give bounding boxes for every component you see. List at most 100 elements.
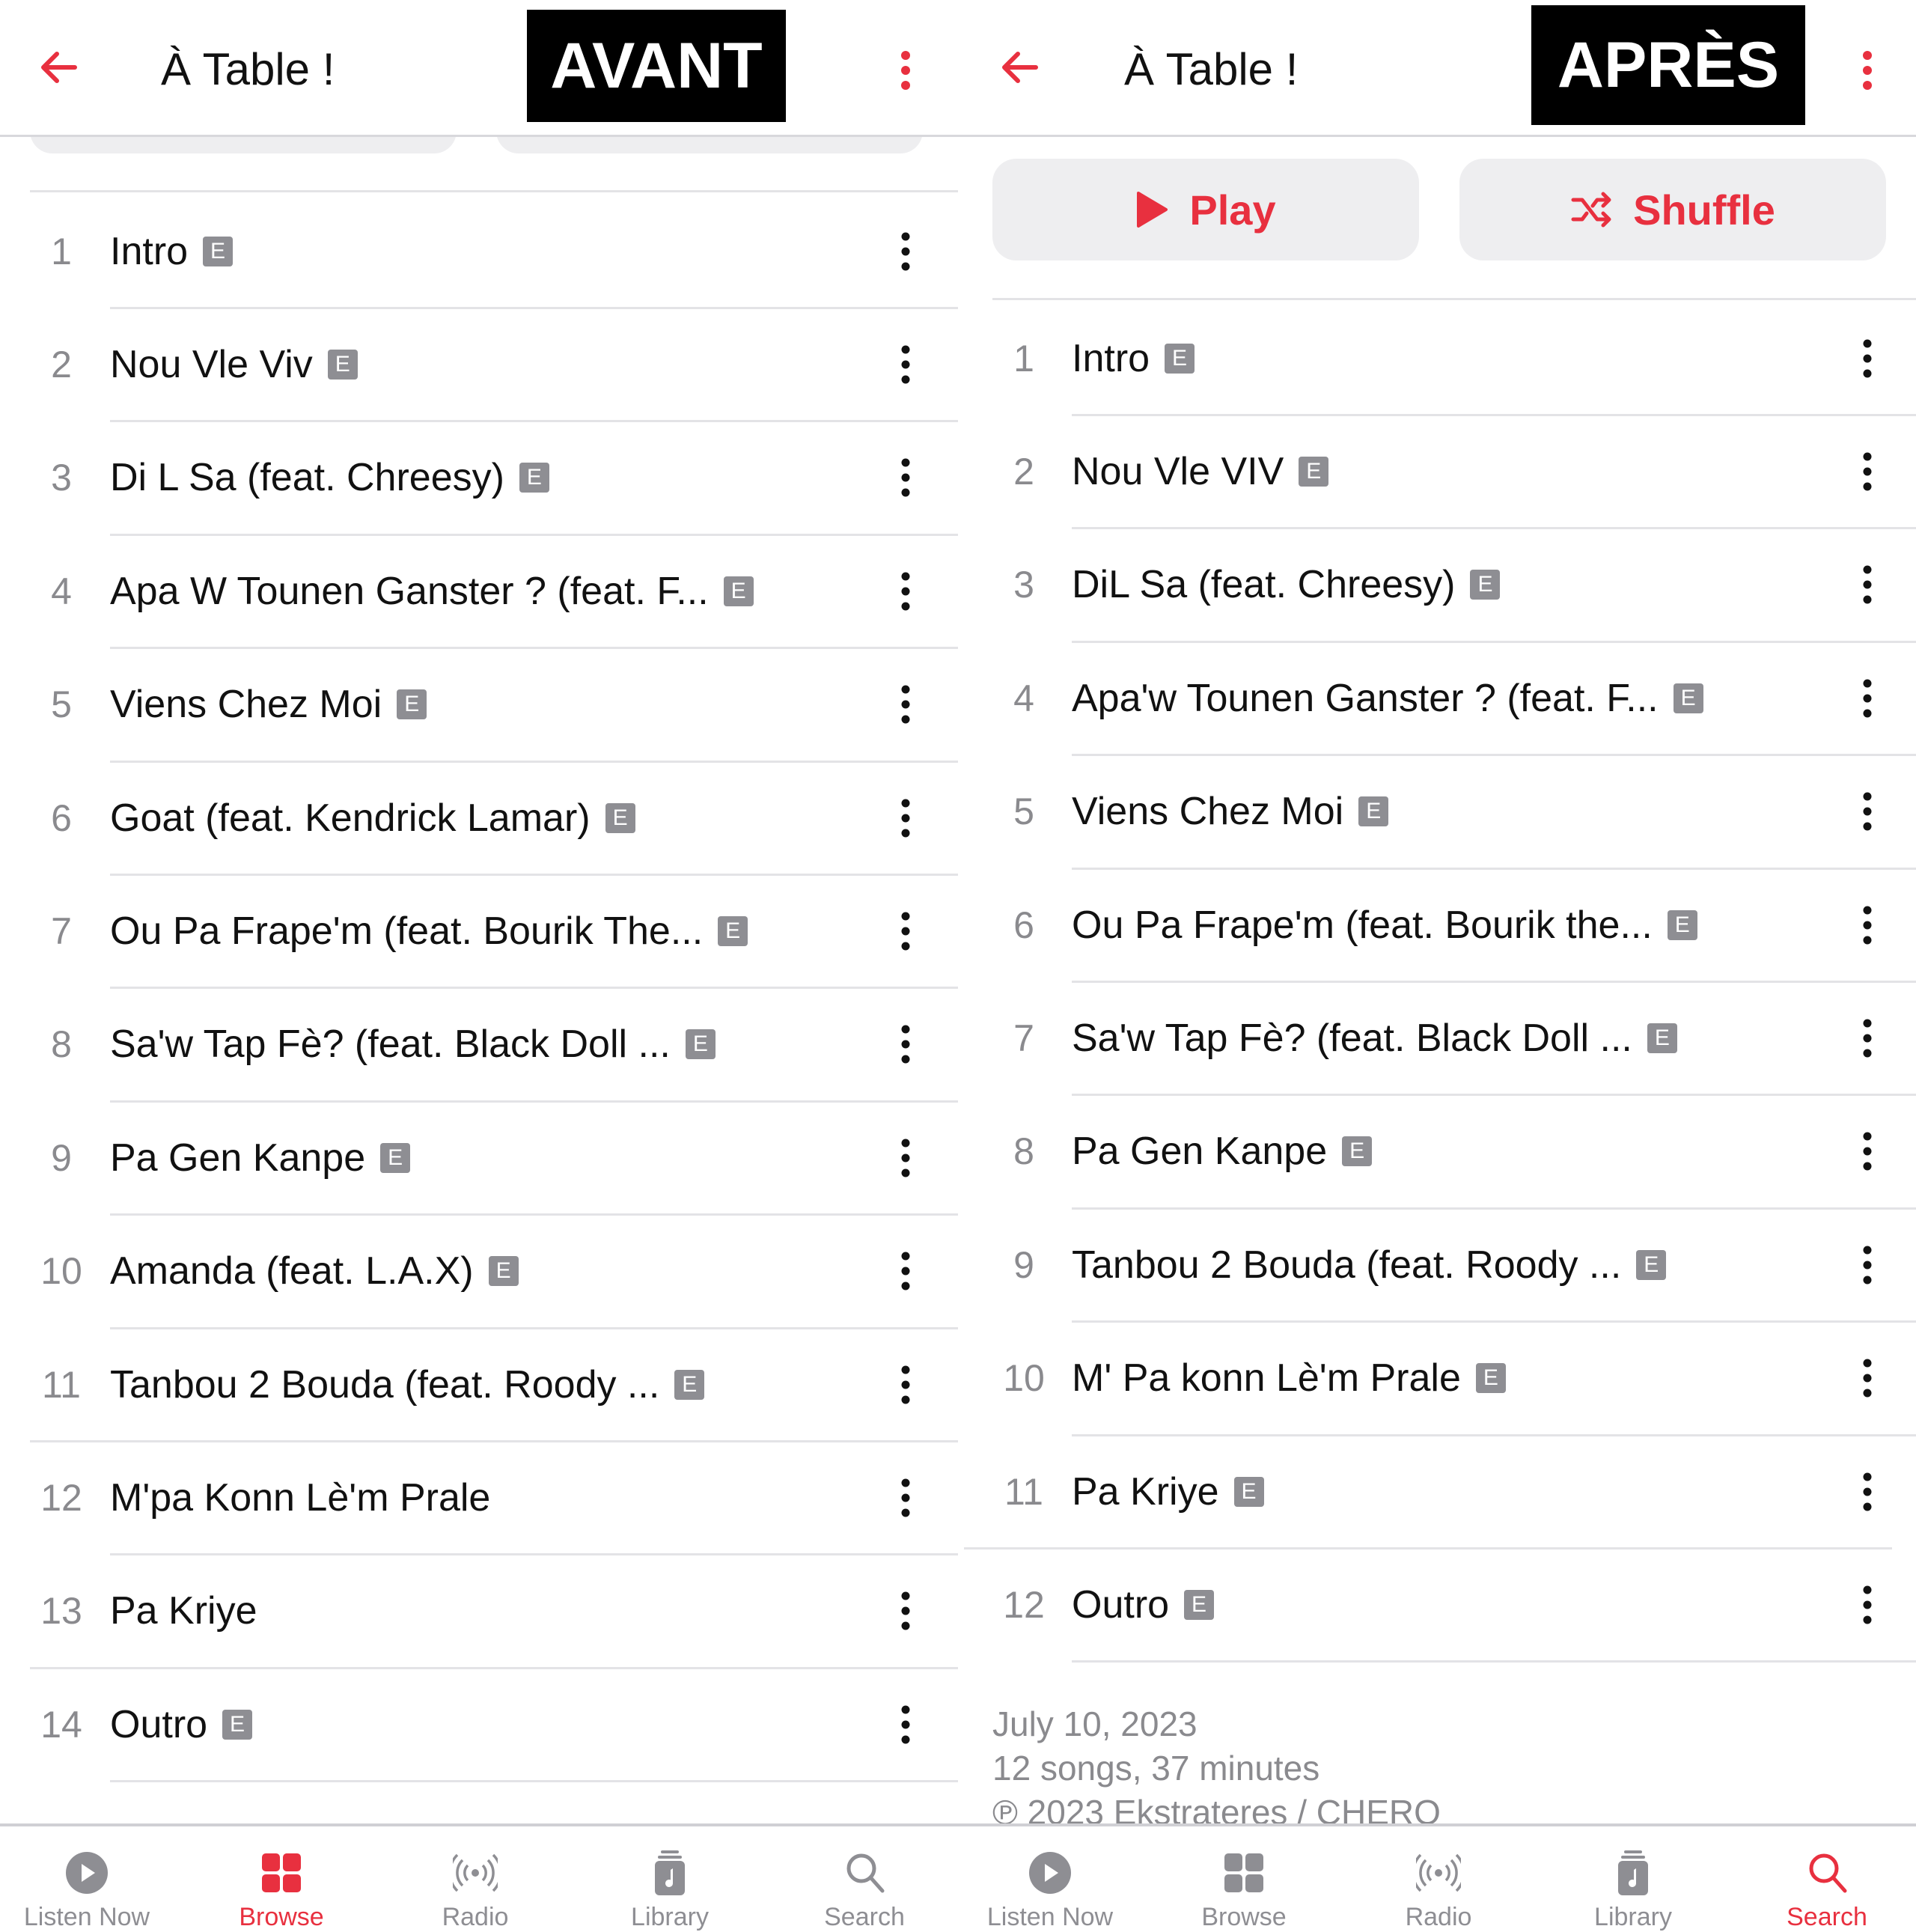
ellipsis-vertical-icon[interactable] — [898, 1477, 913, 1519]
track-row[interactable]: 10 M' Pa konn Lè'm Prale E — [958, 1322, 1916, 1435]
ellipsis-vertical-icon[interactable] — [898, 1590, 913, 1632]
tab-label: Search — [1787, 1903, 1867, 1931]
track-number: 6 — [51, 796, 72, 839]
track-title: Apa W Tounen Ganster ? (feat. F... — [110, 569, 709, 613]
ellipsis-vertical-icon[interactable] — [1860, 1244, 1875, 1286]
ellipsis-vertical-icon[interactable] — [1860, 1017, 1875, 1059]
track-row[interactable]: 14 Outro E — [0, 1668, 958, 1781]
track-row[interactable]: 12 M'pa Konn Lè'm Prale — [0, 1441, 958, 1554]
tab-listen-now[interactable]: Listen Now — [12, 1826, 162, 1931]
track-row[interactable]: 10 Amanda (feat. L.A.X) E — [0, 1215, 958, 1328]
track-row[interactable]: 4 Apa W Tounen Ganster ? (feat. F... E — [0, 534, 958, 647]
track-number: 7 — [1013, 1017, 1034, 1059]
ellipsis-vertical-icon[interactable] — [1860, 1584, 1875, 1626]
tab-label: Listen Now — [986, 1903, 1114, 1931]
track-row[interactable]: 2 Nou Vle Viv E — [0, 308, 958, 421]
tab-label: Browse — [239, 1903, 324, 1931]
ellipsis-vertical-icon[interactable] — [1860, 1130, 1875, 1172]
track-number: 1 — [1013, 337, 1034, 380]
tab-library[interactable]: Library — [1558, 1826, 1708, 1931]
ellipsis-vertical-icon[interactable] — [898, 231, 913, 272]
explicit-badge: E — [1667, 909, 1697, 940]
ellipsis-vertical-icon[interactable] — [898, 49, 913, 91]
tab-search[interactable]: Search — [1752, 1826, 1902, 1931]
track-title: Viens Chez Moi — [1072, 790, 1344, 834]
track-row[interactable]: 3 DiL Sa (feat. Chreesy) E — [958, 528, 1916, 642]
track-row[interactable]: 7 Sa'w Tap Fè? (feat. Black Doll ... E — [958, 981, 1916, 1094]
tab-listen-now[interactable]: Listen Now — [975, 1826, 1125, 1931]
track-row[interactable]: 7 Ou Pa Frape'm (feat. Bourik The... E — [0, 874, 958, 987]
ellipsis-vertical-icon[interactable] — [1860, 790, 1875, 832]
divider — [992, 298, 1916, 300]
track-number: 5 — [1013, 790, 1034, 833]
explicit-badge: E — [222, 1709, 253, 1740]
track-row[interactable]: 9 Pa Gen Kanpe E — [0, 1101, 958, 1214]
search-icon — [1809, 1853, 1847, 1893]
track-number: 9 — [1013, 1243, 1034, 1286]
tab-browse[interactable]: Browse — [1169, 1826, 1319, 1931]
ellipsis-vertical-icon[interactable] — [1860, 49, 1875, 91]
tab-browse[interactable]: Browse — [207, 1826, 356, 1931]
track-row[interactable]: 2 Nou Vle VIV E — [958, 415, 1916, 528]
track-number: 8 — [1013, 1130, 1034, 1173]
tab-label: Search — [824, 1903, 905, 1931]
track-row[interactable]: 5 Viens Chez Moi E — [958, 755, 1916, 868]
track-row[interactable]: 11 Pa Kriye E — [958, 1435, 1916, 1548]
track-row[interactable]: 11 Tanbou 2 Bouda (feat. Roody ... E — [0, 1328, 958, 1441]
tab-library[interactable]: Library — [595, 1826, 745, 1931]
ellipsis-vertical-icon[interactable] — [898, 1137, 913, 1179]
track-row[interactable]: 13 Pa Kriye — [0, 1555, 958, 1668]
play-circle-icon — [1029, 1852, 1071, 1894]
ellipsis-vertical-icon[interactable] — [898, 683, 913, 725]
track-row[interactable]: 1 Intro E — [958, 302, 1916, 415]
play-button[interactable]: Play — [992, 159, 1419, 260]
tab-bar: Listen Now Browse Radio Library Search Listen… — [0, 1823, 1916, 1931]
tab-radio[interactable]: Radio — [400, 1826, 550, 1931]
ellipsis-vertical-icon[interactable] — [898, 570, 913, 612]
track-row[interactable]: 8 Pa Gen Kanpe E — [958, 1095, 1916, 1208]
explicit-badge: E — [203, 236, 234, 266]
arrow-left-icon[interactable] — [36, 45, 81, 90]
ellipsis-vertical-icon[interactable] — [1860, 564, 1875, 606]
ellipsis-vertical-icon[interactable] — [1860, 1357, 1875, 1399]
ellipsis-vertical-icon[interactable] — [1860, 338, 1875, 380]
ellipsis-vertical-icon[interactable] — [898, 1023, 913, 1065]
explicit-badge: E — [605, 802, 635, 833]
track-number: 3 — [51, 457, 72, 499]
shuffle-button[interactable]: Shuffle — [1459, 159, 1886, 260]
track-title: Pa Gen Kanpe — [110, 1136, 366, 1180]
track-row[interactable]: 12 Outro E — [958, 1548, 1916, 1661]
ellipsis-vertical-icon[interactable] — [898, 797, 913, 839]
ellipsis-vertical-icon[interactable] — [898, 344, 913, 386]
explicit-badge: E — [380, 1142, 411, 1173]
ellipsis-vertical-icon[interactable] — [898, 1250, 913, 1292]
track-row[interactable]: 3 Di L Sa (feat. Chreesy) E — [0, 421, 958, 534]
track-row[interactable]: 6 Goat (feat. Kendrick Lamar) E — [0, 761, 958, 874]
panel-after: À Table ! Play Shuffle 1 Intro E 2 Nou Vle V… — [958, 0, 1916, 1916]
track-number: 13 — [40, 1590, 82, 1633]
ellipsis-vertical-icon[interactable] — [898, 1364, 913, 1406]
track-row[interactable]: 1 Intro E — [0, 195, 958, 308]
ellipsis-vertical-icon[interactable] — [898, 910, 913, 952]
ellipsis-vertical-icon[interactable] — [898, 457, 913, 499]
ellipsis-vertical-icon[interactable] — [1860, 677, 1875, 719]
track-number: 12 — [40, 1476, 82, 1519]
ellipsis-vertical-icon[interactable] — [1860, 1471, 1875, 1513]
explicit-badge: E — [718, 915, 748, 946]
arrow-left-icon[interactable] — [997, 45, 1042, 90]
ellipsis-vertical-icon[interactable] — [898, 1704, 913, 1746]
track-number: 4 — [1013, 677, 1034, 719]
track-row[interactable]: 9 Tanbou 2 Bouda (feat. Roody ... E — [958, 1208, 1916, 1321]
album-title: À Table ! — [1124, 44, 1299, 94]
tab-radio[interactable]: Radio — [1364, 1826, 1513, 1931]
track-number: 2 — [51, 343, 72, 386]
grid-icon — [1224, 1853, 1263, 1892]
track-row[interactable]: 4 Apa'w Tounen Ganster ? (feat. F... E — [958, 642, 1916, 755]
tab-search[interactable]: Search — [790, 1826, 939, 1931]
track-row[interactable]: 5 Viens Chez Moi E — [0, 648, 958, 761]
ellipsis-vertical-icon[interactable] — [1860, 904, 1875, 946]
explicit-badge: E — [1342, 1136, 1373, 1167]
track-row[interactable]: 8 Sa'w Tap Fè? (feat. Black Doll ... E — [0, 988, 958, 1101]
track-row[interactable]: 6 Ou Pa Frape'm (feat. Bourik the... E — [958, 868, 1916, 981]
ellipsis-vertical-icon[interactable] — [1860, 451, 1875, 493]
